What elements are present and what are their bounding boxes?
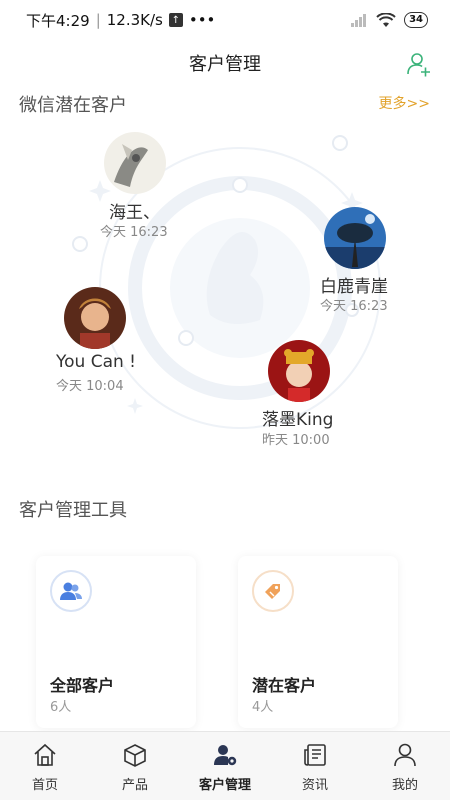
nav-label: 我的 — [391, 778, 418, 793]
tool-count: 6人 — [50, 700, 72, 715]
status-right: 34 — [350, 12, 428, 28]
avatar-image — [104, 132, 166, 194]
tool-name: 全部客户 — [50, 676, 115, 695]
customer-name: 落墨King — [262, 410, 334, 430]
potential-customer-item[interactable]: 白鹿青崖 今天 16:23 — [318, 207, 428, 317]
tag-icon — [265, 584, 280, 599]
radar-area: 海王、 今天 16:23 白鹿青崖 今天 16:23 You Can ! 今天 … — [0, 110, 450, 470]
potential-customer-item[interactable]: 落墨King 昨天 10:00 — [262, 340, 372, 450]
avatar-image — [324, 207, 386, 269]
customer-time: 今天 16:23 — [100, 225, 168, 240]
home-icon — [34, 743, 56, 766]
bottom-nav: 首页 产品 客户管理 资讯 我的 — [0, 731, 450, 800]
more-dots: ••• — [188, 11, 216, 29]
customer-avatar — [104, 132, 166, 194]
tool-count: 4人 — [252, 700, 274, 715]
add-user-icon[interactable] — [406, 51, 432, 77]
signal-icon — [351, 14, 367, 27]
customer-avatar — [324, 207, 386, 269]
nav-label: 资讯 — [301, 778, 328, 793]
nav-item-news[interactable]: 资讯 — [270, 732, 360, 800]
potential-customers-card[interactable]: 潜在客户 4人 — [238, 556, 398, 728]
upload-icon: ↑ — [168, 13, 183, 27]
nav-label: 产品 — [121, 778, 148, 793]
customer-time: 昨天 10:00 — [262, 433, 330, 448]
news-icon — [304, 744, 326, 766]
customer-time: 今天 16:23 — [320, 299, 388, 314]
status-left: 下午4:29 | 12.3K/s ↑ ••• — [26, 10, 215, 31]
tool-name: 潜在客户 — [252, 676, 317, 695]
nav-item-me[interactable]: 我的 — [360, 732, 450, 800]
customer-avatar — [268, 340, 330, 402]
box-icon — [124, 744, 146, 767]
person-icon — [394, 743, 416, 767]
tool-icon-wrap — [50, 570, 92, 612]
battery-icon: 34 — [404, 12, 428, 28]
user-gear-icon — [214, 745, 237, 766]
users-icon — [60, 582, 82, 600]
nav-label: 客户管理 — [198, 778, 251, 793]
customer-time: 今天 10:04 — [56, 379, 124, 394]
customer-name: You Can ! — [56, 352, 136, 372]
tools-section-title: 客户管理工具 — [19, 500, 127, 521]
customer-name: 海王、 — [109, 203, 160, 223]
avatar-image — [268, 340, 330, 402]
status-time: 下午4:29 — [26, 11, 90, 30]
potential-customer-item[interactable]: You Can ! 今天 10:04 — [56, 287, 166, 397]
nav-label: 首页 — [31, 778, 58, 793]
nav-item-customer-management[interactable]: 客户管理 — [180, 732, 270, 800]
network-speed: 12.3K/s — [106, 11, 163, 29]
status-separator: | — [95, 11, 101, 29]
page-title: 客户管理 — [189, 54, 261, 75]
all-customers-card[interactable]: 全部客户 6人 — [36, 556, 196, 728]
customer-name: 白鹿青崖 — [320, 277, 388, 297]
wifi-icon — [376, 12, 396, 27]
tool-icon-wrap — [252, 570, 294, 612]
header: 客户管理 — [0, 40, 450, 86]
nav-item-home[interactable]: 首页 — [0, 732, 90, 800]
nav-item-products[interactable]: 产品 — [90, 732, 180, 800]
potential-customer-item[interactable]: 海王、 今天 16:23 — [100, 132, 210, 242]
status-bar: 下午4:29 | 12.3K/s ↑ ••• 34 — [0, 0, 450, 40]
customer-avatar — [64, 287, 126, 349]
avatar-image — [64, 287, 126, 349]
